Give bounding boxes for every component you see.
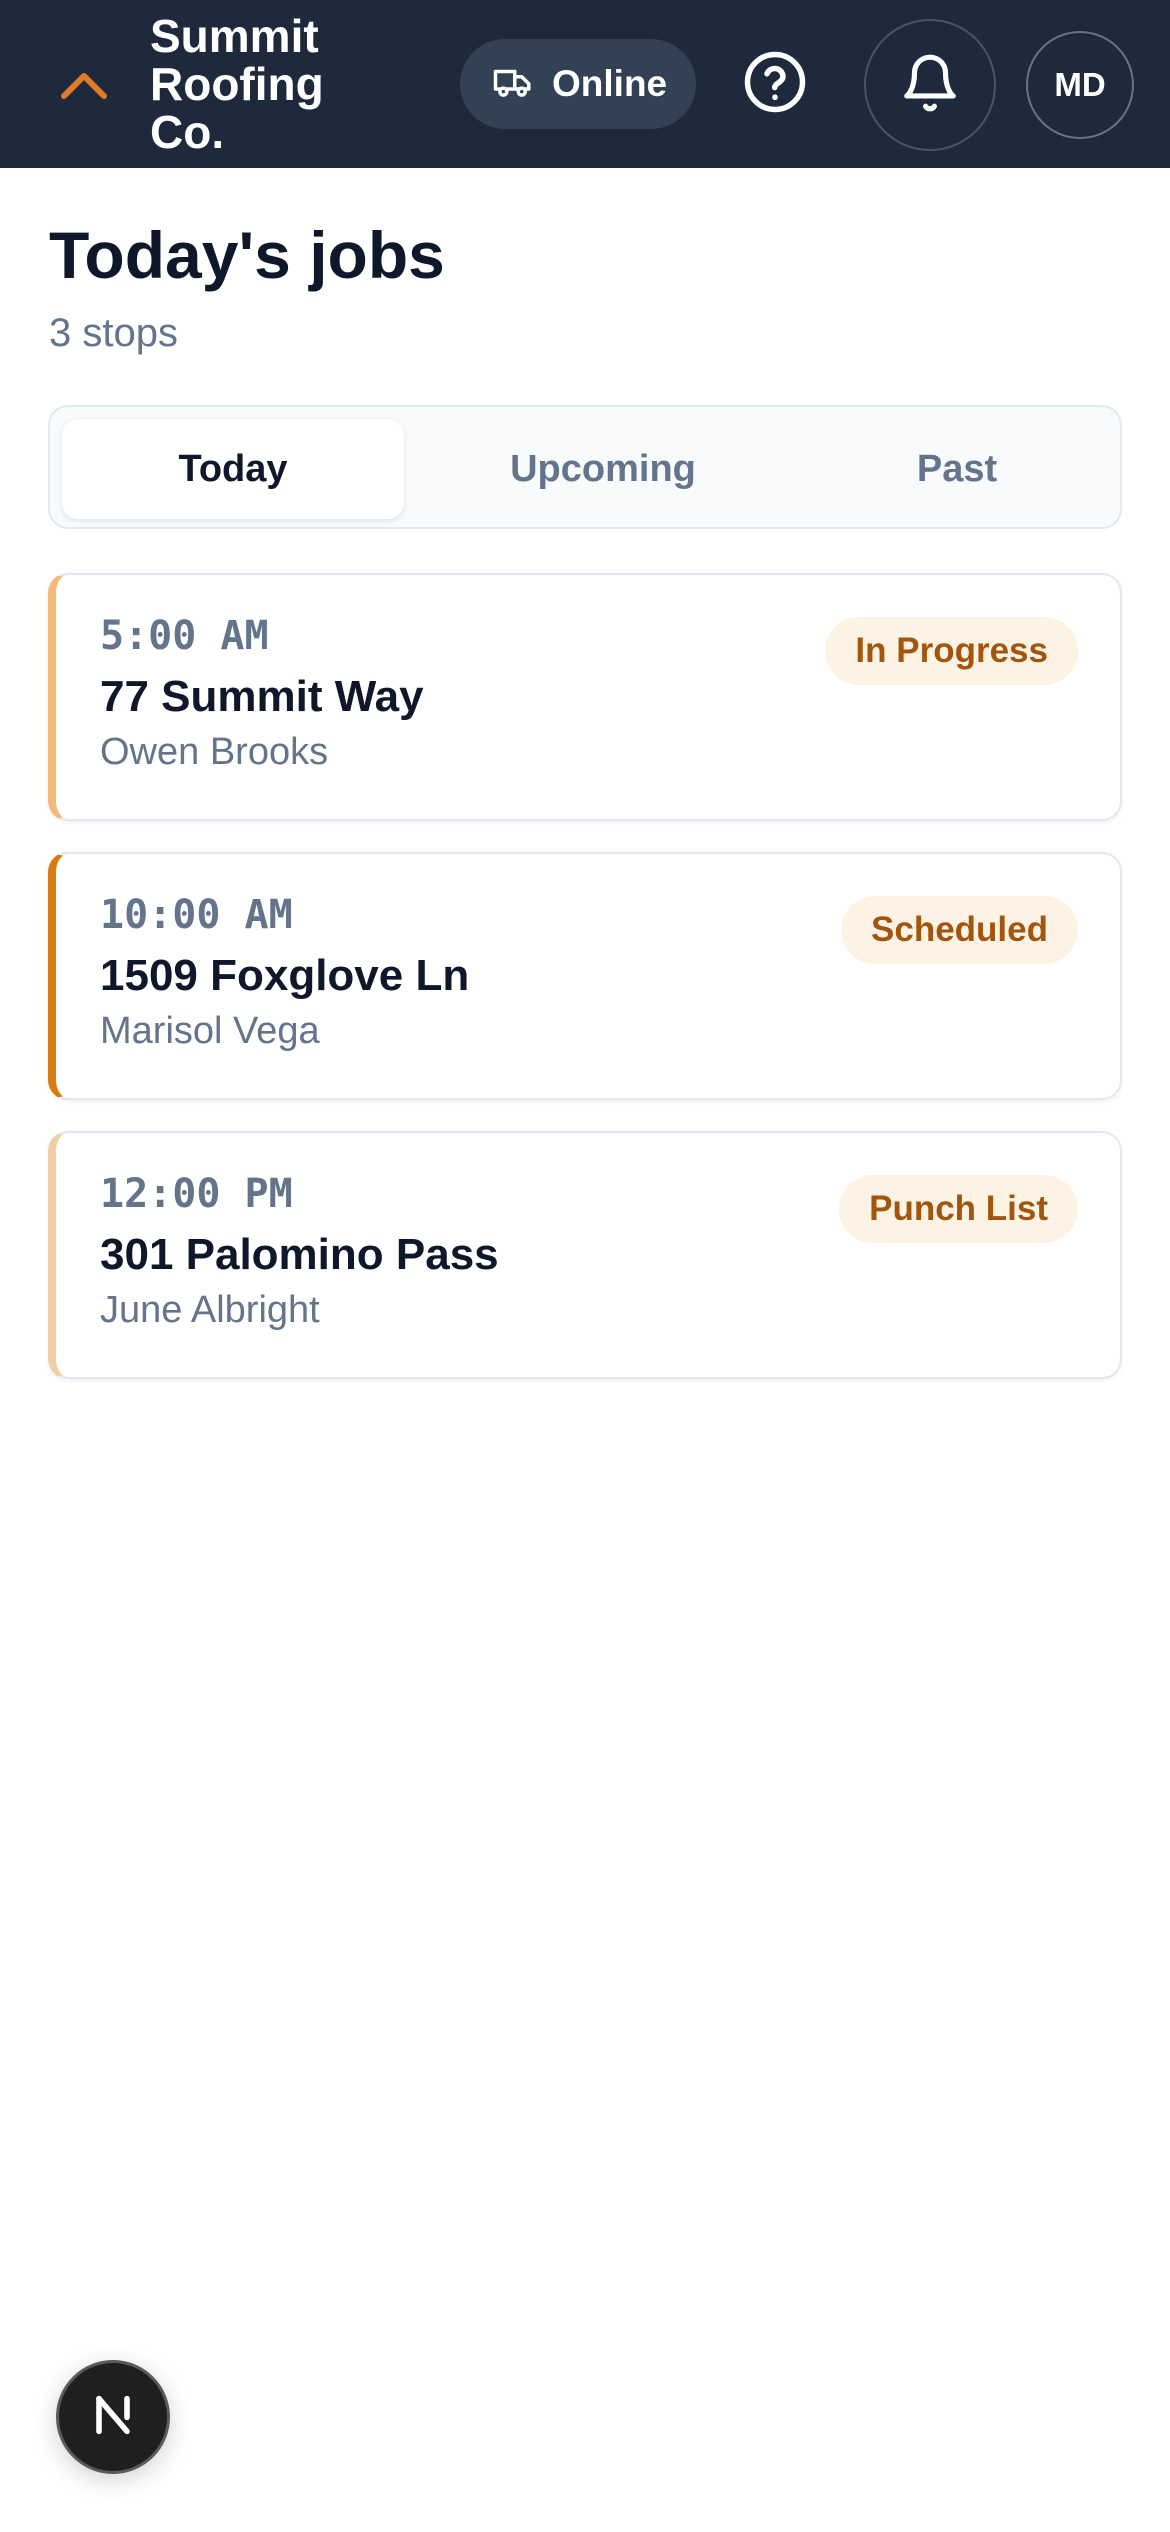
status-badge: Punch List [839,1175,1078,1243]
job-address: 1509 Foxglove Ln [100,951,470,1000]
company-name: Summit Roofing Co. [150,10,324,158]
job-customer: June Albright [100,1289,320,1331]
n-logo-icon [85,2387,141,2448]
job-customer: Marisol Vega [100,1010,320,1052]
bell-icon [899,52,961,119]
tab-past[interactable]: Past [786,419,1128,519]
stops-count: 3 stops [49,311,178,355]
question-circle-icon [742,49,808,120]
job-customer: Owen Brooks [100,731,329,773]
dev-tools-button[interactable] [56,2360,170,2474]
user-avatar-button[interactable]: MD [1026,31,1134,139]
job-card[interactable]: 10:00 AM 1509 Foxglove Ln Marisol Vega S… [48,852,1122,1100]
tab-today[interactable]: Today [62,419,404,519]
job-card[interactable]: 5:00 AM 77 Summit Way Owen Brooks In Pro… [48,573,1122,821]
job-address: 301 Palomino Pass [100,1230,499,1279]
status-label: Online [552,63,668,104]
notifications-button[interactable] [864,19,996,151]
job-time: 5:00 AM [100,613,269,659]
help-button[interactable] [742,51,808,117]
job-tabs: Today Upcoming Past [48,405,1122,529]
job-card[interactable]: 12:00 PM 301 Palomino Pass June Albright… [48,1131,1122,1379]
status-badge: In Progress [825,617,1078,685]
online-status-button[interactable]: Online [460,39,696,129]
chevron-up-icon [60,66,108,102]
job-time: 12:00 PM [100,1171,293,1217]
status-badge: Scheduled [841,896,1078,964]
job-time: 10:00 AM [100,892,293,938]
truck-icon [492,61,552,108]
app-header: Summit Roofing Co. Online MD [0,0,1170,168]
tab-upcoming[interactable]: Upcoming [432,419,774,519]
job-address: 77 Summit Way [100,672,424,721]
page-title: Today's jobs [49,218,445,292]
